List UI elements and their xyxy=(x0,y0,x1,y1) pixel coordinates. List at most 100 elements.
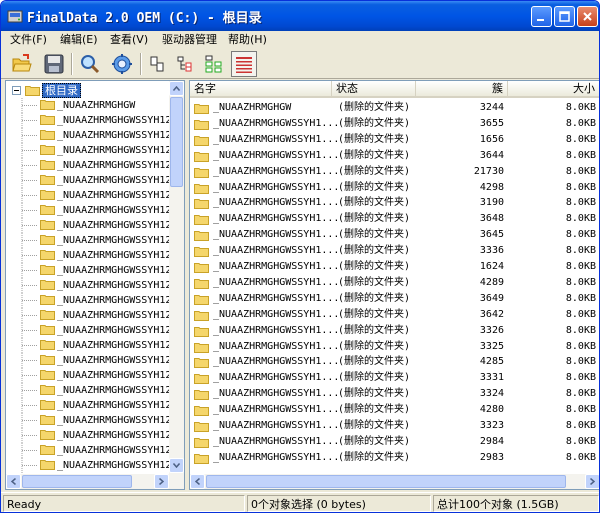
list-row[interactable]: _NUAAZHRMGHGWSSYH1... (删除的文件夹) 2984 8.0KB xyxy=(190,434,599,450)
scroll-left-button[interactable] xyxy=(6,474,21,489)
tree-item-label[interactable]: _NUAAZHRMGHGWSSYH12 xyxy=(57,430,171,441)
list-row[interactable]: _NUAAZHRMGHGWSSYH1... (删除的文件夹) 3325 8.0KB xyxy=(190,339,599,355)
tree-item[interactable]: _NUAAZHRMGHGWSSYH12 xyxy=(18,353,171,368)
tree-item-label[interactable]: _NUAAZHRMGHGWSSYH12 xyxy=(57,220,171,231)
menu-file[interactable]: 文件(F) xyxy=(7,32,50,48)
list-view-button[interactable] xyxy=(173,51,199,77)
list-horizontal-scrollbar[interactable] xyxy=(190,474,599,489)
tree-item-label[interactable]: _NUAAZHRMGHGWSSYH12 xyxy=(57,190,171,201)
tree-item-label[interactable]: _NUAAZHRMGHGWSSYH12 xyxy=(57,445,171,456)
scroll-thumb[interactable] xyxy=(22,475,132,488)
tree-item[interactable]: _NUAAZHRMGHGWSSYH12 xyxy=(18,248,171,263)
menu-view[interactable]: 查看(V) xyxy=(107,32,151,48)
list-row[interactable]: _NUAAZHRMGHGW (删除的文件夹) 3244 8.0KB xyxy=(190,100,599,116)
tree-item-label[interactable]: _NUAAZHRMGHGWSSYH12 xyxy=(57,235,171,246)
list-row[interactable]: _NUAAZHRMGHGWSSYH1... (删除的文件夹) 3648 8.0KB xyxy=(190,211,599,227)
list-row[interactable]: _NUAAZHRMGHGWSSYH1... (删除的文件夹) 3645 8.0KB xyxy=(190,227,599,243)
file-list-pane[interactable]: 名字 状态 簇 大小 _NUAAZHRMGHGW (删除的文件夹) 3244 8.0K… xyxy=(189,80,599,490)
tree-item-label[interactable]: _NUAAZHRMGHGWSSYH12 xyxy=(57,310,171,321)
list-row[interactable]: _NUAAZHRMGHGWSSYH1... (删除的文件夹) 3326 8.0KB xyxy=(190,323,599,339)
tree-item[interactable]: _NUAAZHRMGHGWSSYH12 xyxy=(18,128,171,143)
column-header-status[interactable]: 状态 xyxy=(332,81,416,98)
tree-item[interactable]: _NUAAZHRMGHGWSSYH12 xyxy=(18,263,171,278)
scroll-left-button[interactable] xyxy=(190,474,205,489)
save-button[interactable] xyxy=(41,51,67,77)
column-header-cluster[interactable]: 簇 xyxy=(416,81,508,98)
list-row[interactable]: _NUAAZHRMGHGWSSYH1... (删除的文件夹) 1656 8.0KB xyxy=(190,132,599,148)
close-button[interactable] xyxy=(577,6,598,27)
tree-item-label[interactable]: _NUAAZHRMGHGWSSYH12 xyxy=(57,115,171,126)
tree-item-label[interactable]: _NUAAZHRMGHGWSSYH12 xyxy=(57,295,171,306)
tree-item[interactable]: _NUAAZHRMGHGWSSYH12 xyxy=(18,338,171,353)
list-row[interactable]: _NUAAZHRMGHGWSSYH1... (删除的文件夹) 4289 8.0KB xyxy=(190,275,599,291)
scroll-thumb[interactable] xyxy=(206,475,566,488)
list-row[interactable]: _NUAAZHRMGHGWSSYH1... (删除的文件夹) 1624 8.0KB xyxy=(190,259,599,275)
tree-item[interactable]: _NUAAZHRMGHGWSSYH12 xyxy=(18,293,171,308)
tree-item-label[interactable]: _NUAAZHRMGHGWSSYH12 xyxy=(57,265,171,276)
tree-item-label[interactable]: _NUAAZHRMGHGWSSYH12 xyxy=(57,175,171,186)
details-view-button[interactable] xyxy=(231,51,257,77)
tree-item-label[interactable]: _NUAAZHRMGHGWSSYH12 xyxy=(57,280,171,291)
tree-item-label[interactable]: _NUAAZHRMGHGWSSYH12 xyxy=(57,460,171,471)
list-row[interactable]: _NUAAZHRMGHGWSSYH1... (删除的文件夹) 4280 8.0KB xyxy=(190,402,599,418)
list-row[interactable]: _NUAAZHRMGHGWSSYH1... (删除的文件夹) 3642 8.0KB xyxy=(190,307,599,323)
tree-item[interactable]: _NUAAZHRMGHGWSSYH12 xyxy=(18,233,171,248)
tree-item-label[interactable]: _NUAAZHRMGHGWSSYH12 xyxy=(57,205,171,216)
list-row[interactable]: _NUAAZHRMGHGWSSYH1... (删除的文件夹) 3324 8.0KB xyxy=(190,386,599,402)
list-row[interactable]: _NUAAZHRMGHGWSSYH1... (删除的文件夹) 3323 8.0KB xyxy=(190,418,599,434)
tree-item[interactable]: _NUAAZHRMGHGWSSYH12 xyxy=(18,413,171,428)
list-row[interactable]: _NUAAZHRMGHGWSSYH1... (删除的文件夹) 3336 8.0KB xyxy=(190,243,599,259)
tree-item-label[interactable]: _NUAAZHRMGHGWSSYH12 xyxy=(57,340,171,351)
list-row[interactable]: _NUAAZHRMGHGWSSYH1... (删除的文件夹) 3190 8.0KB xyxy=(190,195,599,211)
settings-button[interactable] xyxy=(109,51,135,77)
scroll-thumb[interactable] xyxy=(170,97,183,187)
tree-item[interactable]: _NUAAZHRMGHGWSSYH12 xyxy=(18,368,171,383)
tree-item[interactable]: _NUAAZHRMGHGWSSYH12 xyxy=(18,323,171,338)
tree-item[interactable]: _NUAAZHRMGHGWSSYH12 xyxy=(18,203,171,218)
search-button[interactable] xyxy=(77,51,103,77)
tree-item-label[interactable]: _NUAAZHRMGHGWSSYH12 xyxy=(57,385,171,396)
tree-item[interactable]: _NUAAZHRMGHGWSSYH12 xyxy=(18,113,171,128)
menu-edit[interactable]: 编辑(E) xyxy=(57,32,101,48)
folder-tree-pane[interactable]: 根目录 _NUAAZHRMGHGW _NUAAZHRMGHGWSSYH12 _NUA… xyxy=(5,80,185,490)
tree-item-label[interactable]: _NUAAZHRMGHGWSSYH12 xyxy=(57,400,171,411)
tree-item-label[interactable]: _NUAAZHRMGHGWSSYH12 xyxy=(57,415,171,426)
tree-item[interactable]: _NUAAZHRMGHGWSSYH12 xyxy=(18,383,171,398)
tree-item[interactable]: _NUAAZHRMGHGWSSYH12 xyxy=(18,143,171,158)
column-header-name[interactable]: 名字 xyxy=(190,81,332,98)
menu-drive-management[interactable]: 驱动器管理 xyxy=(159,32,220,48)
list-row[interactable]: _NUAAZHRMGHGWSSYH1... (删除的文件夹) 4285 8.0KB xyxy=(190,354,599,370)
tree-item[interactable]: _NUAAZHRMGHGWSSYH12 xyxy=(18,158,171,173)
tree-item-label[interactable]: _NUAAZHRMGHGWSSYH12 xyxy=(57,145,171,156)
tree-root[interactable]: 根目录 xyxy=(12,83,81,98)
list-row[interactable]: _NUAAZHRMGHGWSSYH1... (删除的文件夹) 4298 8.0KB xyxy=(190,180,599,196)
open-button[interactable] xyxy=(9,51,35,77)
tree-view-button[interactable] xyxy=(201,51,227,77)
tree-horizontal-scrollbar[interactable] xyxy=(6,474,184,489)
maximize-button[interactable] xyxy=(554,6,575,27)
list-row[interactable]: _NUAAZHRMGHGWSSYH1... (删除的文件夹) 2983 8.0KB xyxy=(190,450,599,466)
collapse-icon[interactable] xyxy=(12,86,21,95)
tree-vertical-scrollbar[interactable] xyxy=(169,81,184,474)
tree-item-label[interactable]: _NUAAZHRMGHGW xyxy=(57,100,135,111)
tree-item-label[interactable]: _NUAAZHRMGHGWSSYH12 xyxy=(57,355,171,366)
column-header-size[interactable]: 大小 xyxy=(508,81,599,98)
scroll-right-button[interactable] xyxy=(585,474,599,489)
tree-item[interactable]: _NUAAZHRMGHGWSSYH12 xyxy=(18,188,171,203)
list-row[interactable]: _NUAAZHRMGHGWSSYH1... (删除的文件夹) 21730 8.0KB xyxy=(190,164,599,180)
title-bar[interactable]: FinalData 2.0 OEM (C:) - 根目录 xyxy=(1,1,599,31)
list-row[interactable]: _NUAAZHRMGHGWSSYH1... (删除的文件夹) 3331 8.0KB xyxy=(190,370,599,386)
tree-item-label[interactable]: _NUAAZHRMGHGWSSYH12 xyxy=(57,130,171,141)
minimize-button[interactable] xyxy=(531,6,552,27)
tree-item[interactable]: _NUAAZHRMGHGWSSYH12 xyxy=(18,398,171,413)
tree-item[interactable]: _NUAAZHRMGHGWSSYH12 xyxy=(18,278,171,293)
tree-item-label[interactable]: _NUAAZHRMGHGWSSYH12 xyxy=(57,325,171,336)
scroll-down-button[interactable] xyxy=(169,458,184,473)
tree-item[interactable]: _NUAAZHRMGHGWSSYH12 xyxy=(18,458,171,473)
tree-item[interactable]: _NUAAZHRMGHGWSSYH12 xyxy=(18,218,171,233)
small-icons-view-button[interactable] xyxy=(145,51,171,77)
tree-root-label[interactable]: 根目录 xyxy=(42,83,81,98)
tree-item[interactable]: _NUAAZHRMGHGWSSYH12 xyxy=(18,443,171,458)
list-row[interactable]: _NUAAZHRMGHGWSSYH1... (删除的文件夹) 3655 8.0KB xyxy=(190,116,599,132)
tree-item[interactable]: _NUAAZHRMGHGWSSYH12 xyxy=(18,308,171,323)
